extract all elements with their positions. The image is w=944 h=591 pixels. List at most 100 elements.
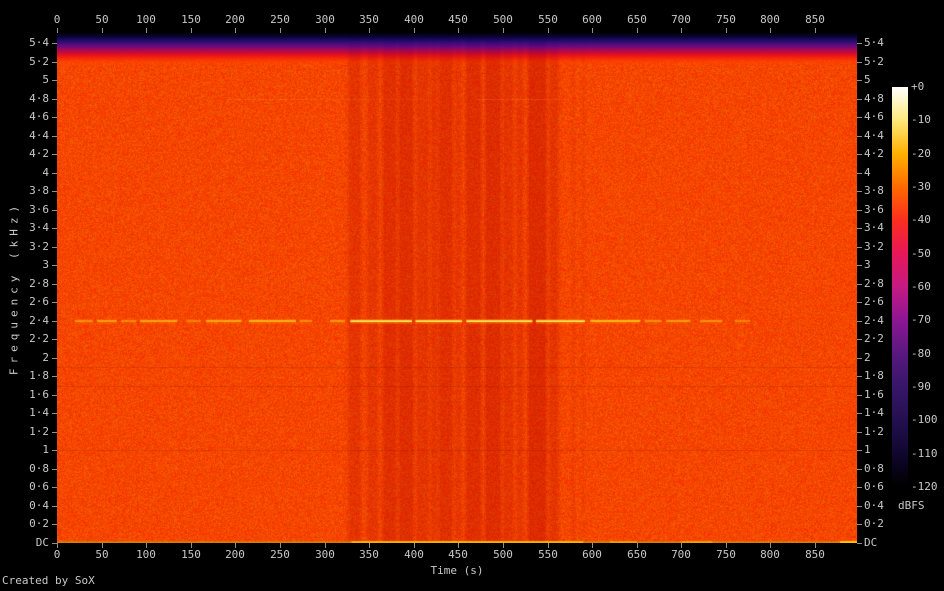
y-tick-label: 1	[42, 443, 49, 456]
x-tick-label: 100	[136, 548, 156, 561]
x-tick-label: 300	[315, 13, 335, 26]
y-tick-mark	[857, 321, 862, 322]
x-tick-mark	[637, 543, 638, 548]
x-tick-label: 100	[136, 13, 156, 26]
y-tick-mark	[857, 506, 862, 507]
x-tick-label: 700	[671, 548, 691, 561]
colorbar-tick-label: -10	[911, 113, 931, 126]
colorbar	[892, 87, 908, 487]
x-tick-label: 50	[95, 13, 109, 26]
y-tick-label: 4·2	[29, 147, 49, 160]
y-tick-label: 5	[42, 73, 49, 86]
colorbar-tick-label: -120	[911, 480, 938, 493]
x-tick-label: 750	[716, 548, 736, 561]
x-tick-label: 750	[716, 13, 736, 26]
x-tick-mark	[369, 543, 370, 548]
x-tick-mark	[726, 543, 727, 548]
x-tick-label: 500	[493, 13, 513, 26]
y-tick-mark	[857, 395, 862, 396]
y-tick-mark	[857, 284, 862, 285]
y-tick-label: 0·2	[29, 517, 49, 530]
spectrogram-window: 0 0 50 50 100 100 150 150 200 200 250 250 300 300 350 3…	[0, 0, 944, 591]
y-tick-mark	[857, 302, 862, 303]
colorbar-tick-label: -100	[911, 413, 938, 426]
x-tick-mark	[146, 543, 147, 548]
y-tick-mark	[857, 247, 862, 248]
x-tick-label: 700	[671, 13, 691, 26]
y-tick-mark	[857, 210, 862, 211]
y-tick-label: 1·4	[29, 406, 49, 419]
y-tick-label: 5·2	[29, 55, 49, 68]
x-tick-label: 500	[493, 548, 513, 561]
y-tick-mark	[857, 432, 862, 433]
colorbar-tick-label: -20	[911, 147, 931, 160]
y-tick-mark	[857, 117, 862, 118]
y-tick-mark	[857, 469, 862, 470]
colorbar-tick-label: -80	[911, 347, 931, 360]
y-tick-mark	[857, 543, 862, 544]
x-tick-mark	[503, 543, 504, 548]
x-tick-mark	[681, 543, 682, 548]
x-tick-label: 150	[181, 13, 201, 26]
y-tick-mark	[857, 43, 862, 44]
y-tick-mark	[857, 228, 862, 229]
colorbar-tick-label: +0	[911, 80, 925, 93]
x-tick-label: 450	[448, 13, 468, 26]
x-tick-label: 600	[582, 13, 602, 26]
y-tick-mark	[857, 191, 862, 192]
x-tick-mark	[770, 543, 771, 548]
x-tick-label: 150	[181, 548, 201, 561]
y-axis-title: Frequency (kHz)	[7, 200, 21, 376]
y-tick-label: 4·4	[29, 129, 49, 142]
x-tick-mark	[414, 543, 415, 548]
x-tick-mark	[548, 543, 549, 548]
x-tick-mark	[235, 543, 236, 548]
x-tick-label: 550	[538, 548, 558, 561]
colorbar-tick-label: -110	[911, 447, 938, 460]
x-tick-label: 650	[627, 548, 647, 561]
x-tick-label: 650	[627, 13, 647, 26]
colorbar-title: dBFS	[898, 499, 925, 512]
y-tick-label: 0·8	[29, 462, 49, 475]
y-tick-mark	[857, 154, 862, 155]
y-tick-label: 4	[42, 166, 49, 179]
y-tick-mark	[857, 99, 862, 100]
y-tick-mark	[52, 543, 57, 544]
x-tick-label: 200	[225, 13, 245, 26]
x-axis-title: Time (s)	[430, 564, 484, 577]
y-tick-label: DC	[35, 536, 49, 549]
y-tick-label: 5·2	[864, 55, 884, 68]
x-tick-label: 200	[225, 548, 245, 561]
y-tick-label: 1·6	[29, 388, 49, 401]
y-tick-mark	[857, 62, 862, 63]
x-tick-label: 850	[805, 13, 825, 26]
x-tick-label: 350	[359, 13, 379, 26]
colorbar-tick-label: -50	[911, 247, 931, 260]
colorbar-tick-label: -60	[911, 280, 931, 293]
y-tick-label: 5	[864, 73, 871, 86]
x-tick-mark	[280, 543, 281, 548]
x-tick-mark	[102, 543, 103, 548]
y-tick-label: 4·6	[29, 110, 49, 123]
y-tick-mark	[857, 413, 862, 414]
x-tick-label: 600	[582, 548, 602, 561]
y-tick-mark	[857, 136, 862, 137]
y-tick-mark	[857, 173, 862, 174]
colorbar-tick-label: -70	[911, 313, 931, 326]
y-tick-label: 4·8	[29, 92, 49, 105]
y-tick-mark	[857, 450, 862, 451]
x-tick-mark	[815, 543, 816, 548]
colorbar-tick-label: -90	[911, 380, 931, 393]
x-tick-label: 0	[53, 13, 61, 26]
x-tick-label: 550	[538, 13, 558, 26]
x-tick-label: 850	[805, 548, 825, 561]
y-tick-label: 3·8	[29, 184, 49, 197]
colorbar-tick-label: -40	[911, 213, 931, 226]
y-tick-label: 0·4	[29, 499, 49, 512]
y-tick-label: 0·2	[864, 517, 884, 530]
x-tick-label: 0	[53, 548, 61, 561]
x-tick-label: 50	[95, 548, 109, 561]
x-tick-label: 300	[315, 548, 335, 561]
x-tick-mark	[325, 543, 326, 548]
y-tick-mark	[857, 487, 862, 488]
